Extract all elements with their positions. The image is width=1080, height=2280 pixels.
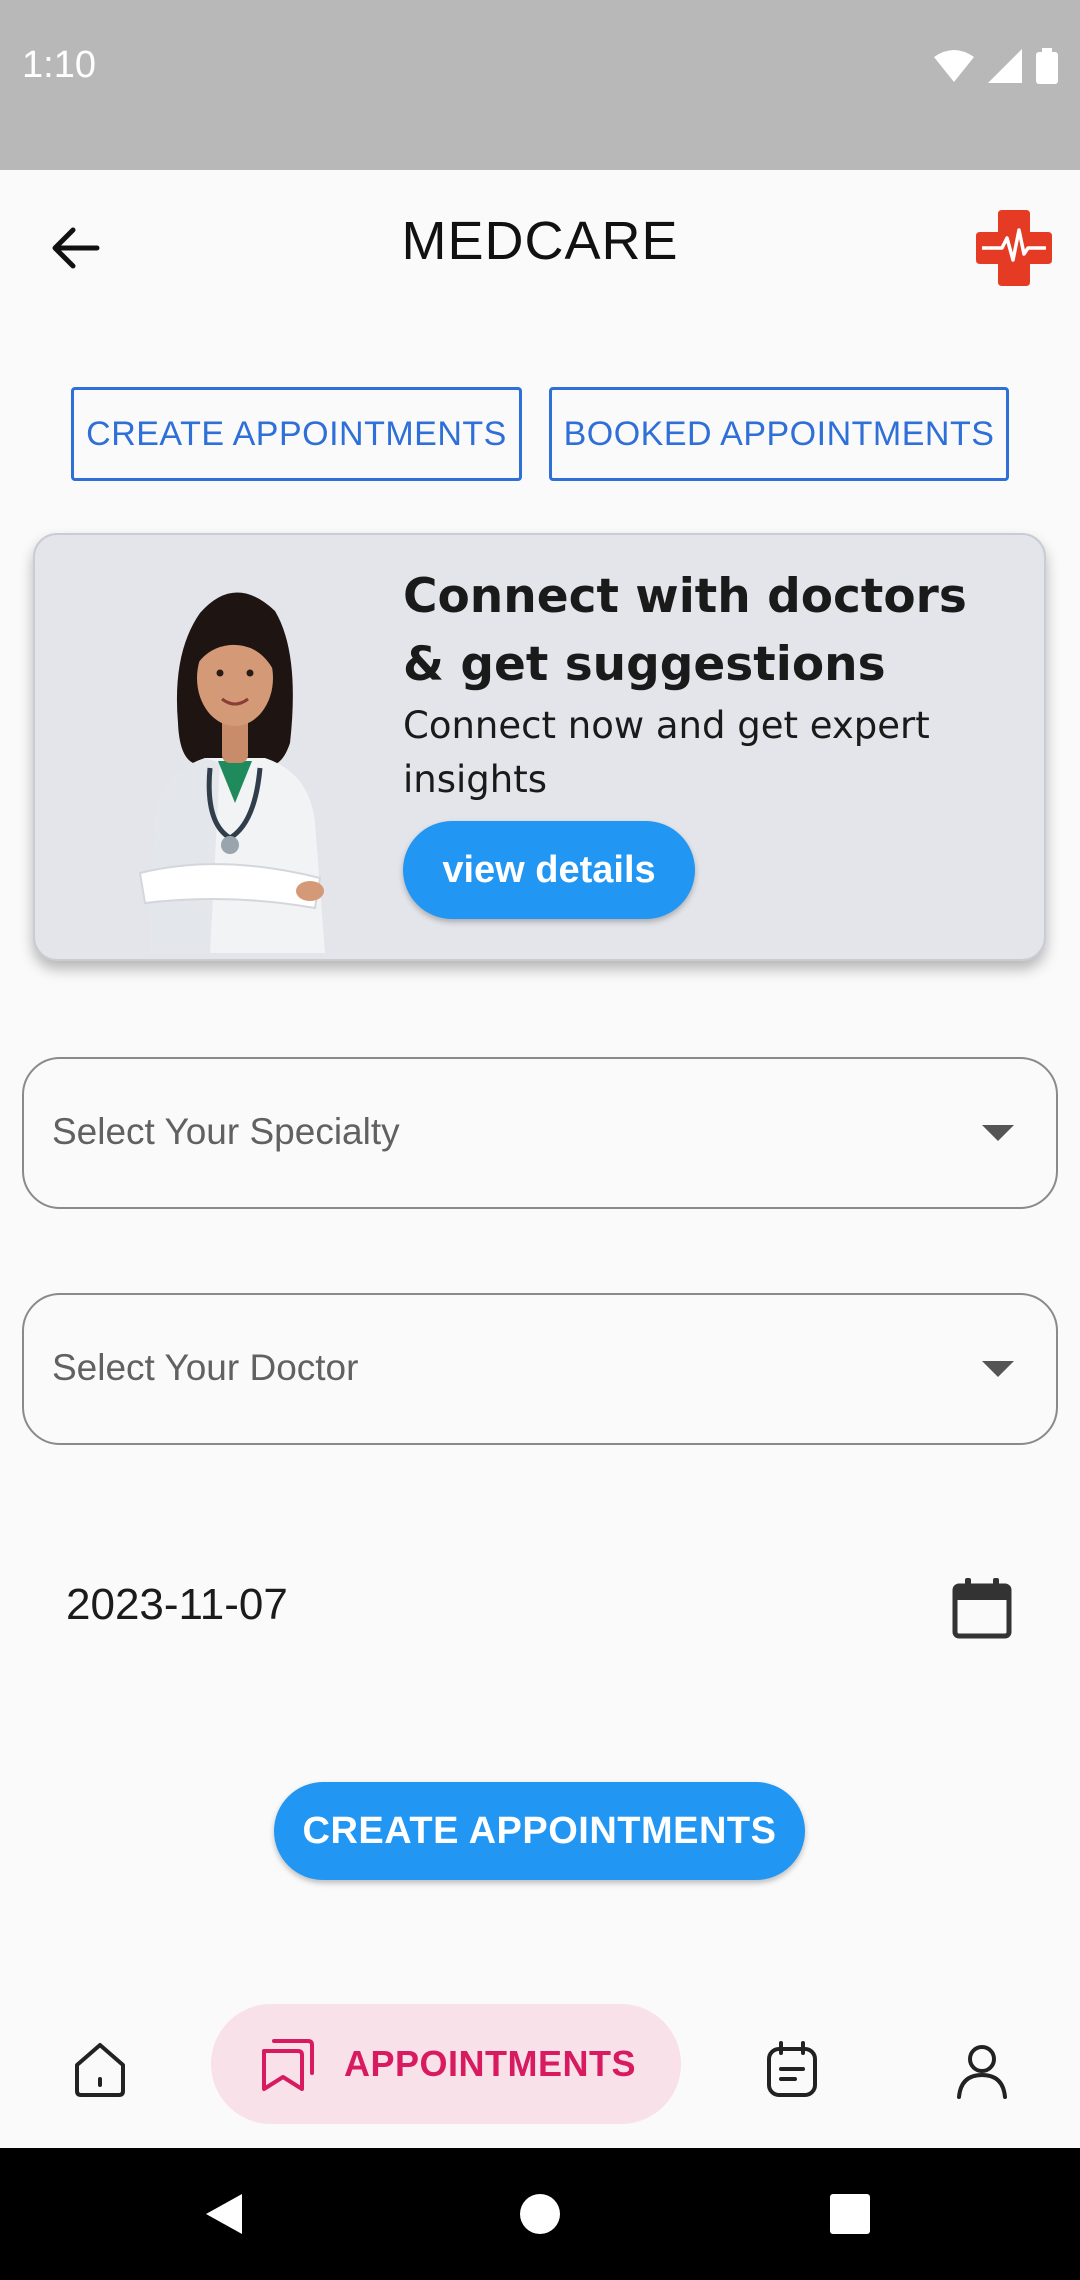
banner-title: Connect with doctors & get suggestions [403,569,967,692]
nav-appointments[interactable]: APPOINTMENTS [211,2004,681,2124]
specialty-placeholder: Select Your Specialty [52,1111,400,1152]
doctor-placeholder: Select Your Doctor [52,1347,359,1388]
promo-banner: Connect with doctors & get suggestions C… [33,533,1046,961]
medical-cross-logo-icon [976,210,1052,286]
specialty-dropdown[interactable]: Select Your Specialty [22,1057,1058,1209]
doctor-illustration [138,592,325,953]
create-appointment-button[interactable]: CREATE APPOINTMENTS [274,1782,805,1880]
status-bar: 1:10 [0,0,1080,170]
nav-profile[interactable] [934,2020,1030,2120]
status-time: 1:10 [22,44,96,86]
system-recents-button[interactable] [818,2182,882,2246]
booked-appointments-tab[interactable]: BOOKED APPOINTMENTS [549,387,1009,481]
view-details-button[interactable]: view details [403,821,695,919]
banner-subtitle: Connect now and get expert insights [403,704,930,801]
calendar-icon[interactable] [948,1574,1016,1642]
wifi-icon [934,50,974,82]
circle-home-icon [520,2194,560,2234]
create-appointments-tab[interactable]: CREATE APPOINTMENTS [71,387,522,481]
system-back-button[interactable] [192,2182,256,2246]
nav-home[interactable] [52,2020,148,2120]
date-field[interactable]: 2023-11-07 [66,1580,288,1630]
cellular-signal-icon [988,49,1022,83]
appointments-icon [261,2039,314,2091]
nav-appointments-label: APPOINTMENTS [343,2043,636,2084]
dropdown-arrow-icon [982,1361,1014,1377]
bottom-navigation: APPOINTMENTS [0,1990,1080,2148]
profile-icon [957,2045,1007,2099]
triangle-back-icon [206,2194,242,2234]
square-recents-icon [830,2194,870,2234]
records-icon [767,2041,817,2097]
status-icons [934,48,1058,84]
nav-records[interactable] [744,2020,840,2120]
doctor-dropdown[interactable]: Select Your Doctor [22,1293,1058,1445]
battery-icon [1036,48,1058,84]
dropdown-arrow-icon [982,1125,1014,1141]
app-title: MEDCARE [401,211,679,271]
system-navigation-bar [0,2148,1080,2280]
home-icon [75,2043,125,2097]
system-home-button[interactable] [508,2182,572,2246]
